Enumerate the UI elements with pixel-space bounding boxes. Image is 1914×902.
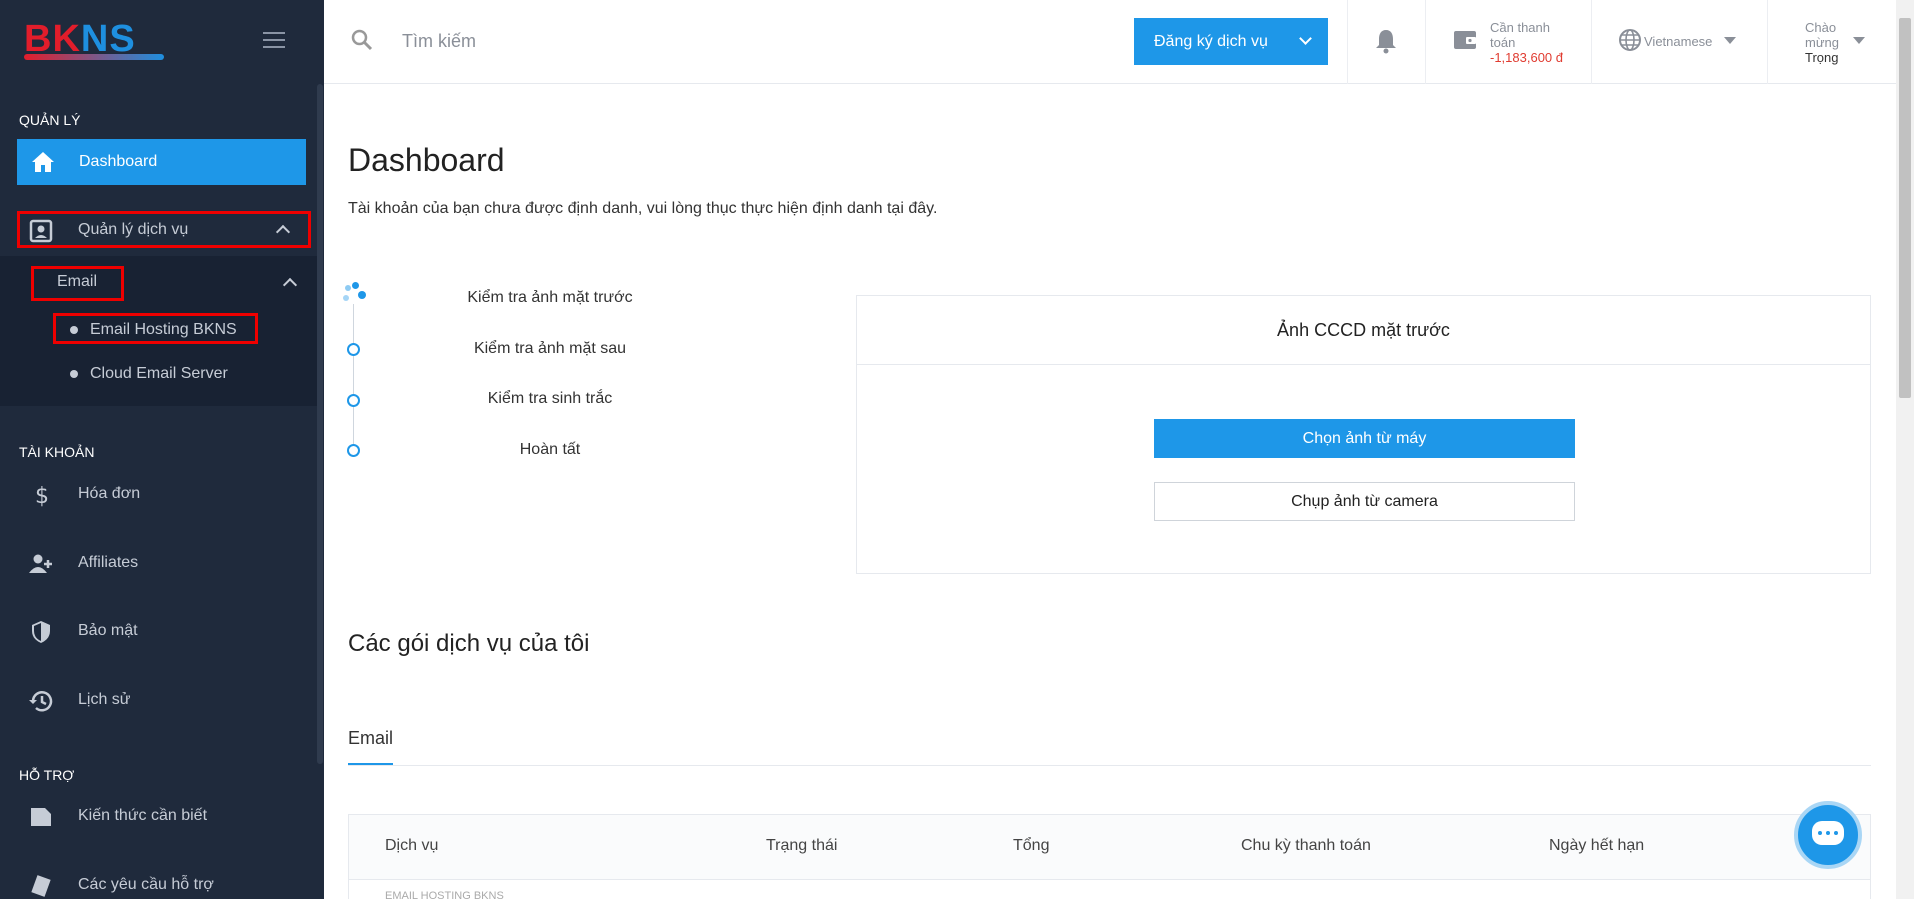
user-name: Trọng <box>1805 50 1839 65</box>
tickets-icon <box>31 875 51 897</box>
chat-support-button[interactable] <box>1794 801 1862 869</box>
topbar: Đăng ký dịch vụ Cần thanh toán -1,183,60… <box>324 0 1896 84</box>
history-icon <box>29 691 53 712</box>
highlight-box-email-hosting <box>53 313 258 344</box>
dollar-icon: $ <box>35 484 49 508</box>
file-icon <box>31 808 51 826</box>
step-front-photo: Kiểm tra ảnh mặt trước <box>467 289 633 306</box>
camera-capture-button[interactable]: Chụp ảnh từ camera <box>1154 482 1575 521</box>
payment-due-label: Cần thanh toán <box>1490 20 1550 50</box>
divider <box>1591 0 1592 84</box>
step-circle <box>347 394 360 407</box>
services-tabs: Email <box>348 728 1871 766</box>
step-back-photo: Kiểm tra ảnh mặt sau <box>473 340 627 357</box>
section-support-heading: HỖ TRỢ <box>19 767 75 783</box>
payment-due-amount[interactable]: -1,183,600 đ <box>1490 50 1563 65</box>
shield-icon <box>32 621 50 643</box>
hamburger-menu-icon[interactable] <box>263 32 285 50</box>
globe-icon <box>1619 29 1641 51</box>
caret-down-icon <box>1724 37 1736 44</box>
chevron-down-icon <box>1299 32 1312 45</box>
greeting-label: Chào mừng <box>1805 20 1839 50</box>
verification-notice[interactable]: Tài khoản của bạn chưa được định danh, v… <box>348 200 937 218</box>
step-complete: Hoàn tất <box>519 441 581 458</box>
svg-text:$: $ <box>35 484 49 508</box>
wallet-icon <box>1454 31 1476 49</box>
divider <box>1767 0 1768 84</box>
scrollbar-thumb[interactable] <box>1899 18 1911 398</box>
step-biometric: Kiểm tra sinh trắc <box>487 390 613 407</box>
language-label: Vietnamese <box>1644 34 1713 49</box>
sidebar-item-security[interactable]: Bảo mật <box>0 611 324 651</box>
bell-icon[interactable] <box>1374 28 1398 54</box>
add-user-icon <box>29 554 52 573</box>
id-photo-card: Ảnh CCCD mặt trước Chọn ảnh từ máy Chụp … <box>856 295 1871 574</box>
column-header-total[interactable]: Tổng <box>1013 837 1049 855</box>
highlight-box-email <box>31 266 124 301</box>
services-section-title: Các gói dịch vụ của tôi <box>348 630 590 657</box>
chat-bubble-icon <box>1812 821 1844 845</box>
step-circle <box>347 343 360 356</box>
choose-photo-button[interactable]: Chọn ảnh từ máy <box>1154 419 1575 458</box>
page-scrollbar[interactable] <box>1896 0 1914 899</box>
divider <box>1347 0 1348 84</box>
column-header-billing-cycle[interactable]: Chu kỳ thanh toán <box>1241 837 1371 855</box>
column-header-service[interactable]: Dịch vụ <box>385 837 438 855</box>
register-service-button[interactable]: Đăng ký dịch vụ <box>1134 18 1328 65</box>
verification-steps: Kiểm tra ảnh mặt trước Kiểm tra ảnh mặt … <box>340 282 700 472</box>
sidebar-item-knowledge[interactable]: Kiến thức cần biết <box>0 796 324 836</box>
sidebar-item-affiliates[interactable]: Affiliates <box>0 543 324 583</box>
sidebar-item-invoices[interactable]: $ Hóa đơn <box>0 474 324 514</box>
sidebar-scrollbar[interactable] <box>317 84 323 764</box>
sidebar-item-dashboard[interactable]: Dashboard <box>17 139 306 185</box>
logo-swoosh <box>24 54 164 60</box>
table-row[interactable]: EMAIL HOSTING BKNS <box>349 879 1870 902</box>
column-header-status[interactable]: Trạng thái <box>766 837 837 855</box>
card-title: Ảnh CCCD mặt trước <box>857 296 1870 365</box>
search-input[interactable] <box>402 26 802 56</box>
page-title: Dashboard <box>348 142 505 178</box>
sidebar-item-support-requests[interactable]: Các yêu cầu hỗ trợ <box>0 865 324 899</box>
sidebar: BKNS QUẢN LÝ Dashboard Quản lý dịch vụ E… <box>0 0 324 899</box>
services-table: Dịch vụ Trạng thái Tổng Chu kỳ thanh toá… <box>348 814 1871 902</box>
section-account-heading: TÀI KHOẢN <box>19 444 95 460</box>
sidebar-item-history[interactable]: Lịch sử <box>0 680 324 720</box>
caret-down-icon <box>1853 37 1865 44</box>
divider <box>1425 0 1426 84</box>
tab-email[interactable]: Email <box>348 728 394 765</box>
home-icon <box>32 152 54 172</box>
section-manage-heading: QUẢN LÝ <box>19 112 81 128</box>
column-header-expiry-date[interactable]: Ngày hết hạn <box>1549 837 1644 855</box>
highlight-box-service-management <box>17 211 311 248</box>
bullet-dot-icon <box>70 369 78 378</box>
search-icon <box>351 29 373 51</box>
steps-connector-line <box>353 304 354 444</box>
step-circle <box>347 444 360 457</box>
sidebar-item-cloud-email[interactable]: Cloud Email Server <box>70 365 228 383</box>
